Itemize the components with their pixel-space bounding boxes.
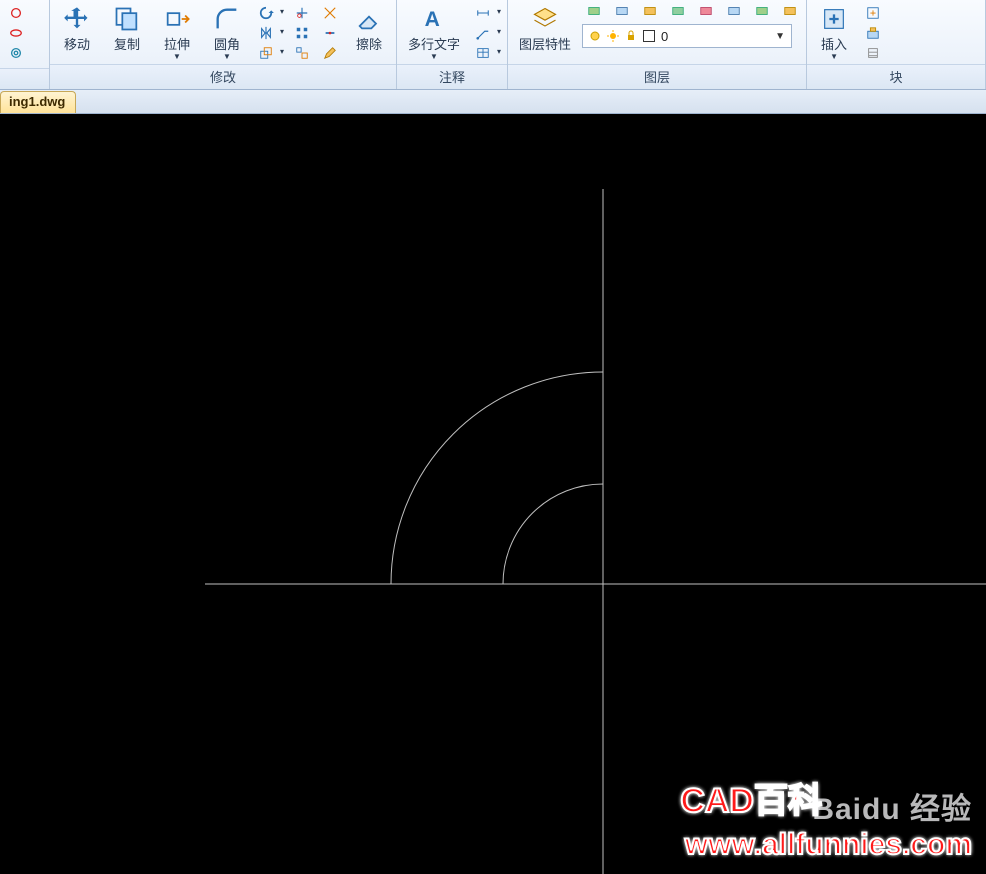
stretch-label: 拉伸: [164, 34, 190, 53]
block-panel: 插入 ▼ 块: [807, 0, 986, 89]
erase-button[interactable]: 擦除: [346, 2, 392, 56]
layers-panel: 图层特性 0: [508, 0, 807, 89]
layers-icon: [531, 5, 559, 33]
chevron-down-icon: ▼: [430, 52, 438, 61]
text-icon: A: [420, 5, 448, 33]
sun-icon: [607, 30, 619, 42]
copy-button[interactable]: 复制: [104, 2, 150, 56]
layer-state3-icon[interactable]: [638, 2, 662, 20]
drawing-content: [0, 114, 986, 874]
layer-name: 0: [661, 29, 668, 44]
erase-label: 擦除: [356, 34, 382, 53]
mirror-icon[interactable]: [254, 24, 286, 42]
leader-icon[interactable]: [471, 24, 503, 42]
insert-button[interactable]: 插入 ▼: [811, 2, 857, 64]
block-panel-title: 块: [807, 64, 985, 89]
modify-mini-col2: [290, 2, 314, 62]
layer-dropdown[interactable]: 0 ▼: [582, 24, 792, 48]
create-block-icon[interactable]: [861, 4, 885, 22]
rotate-icon[interactable]: [254, 4, 286, 22]
align-icon[interactable]: [290, 44, 314, 62]
chevron-down-icon: ▼: [223, 52, 231, 61]
dimension-icon[interactable]: [471, 4, 503, 22]
lock-icon: [625, 30, 637, 42]
layers-panel-title: 图层: [508, 64, 806, 89]
modify-panel-title: 修改: [50, 64, 396, 89]
chevron-down-icon: ▼: [775, 31, 785, 42]
block-mini-col: [861, 2, 885, 62]
layer-controls: 0 ▼: [582, 2, 802, 48]
move-button[interactable]: 移动: [54, 2, 100, 56]
draw-panel-edge: [0, 0, 50, 89]
drawing-canvas[interactable]: CAD百科 Baidu 经验 www.allfunnies.com: [0, 114, 986, 874]
layer-state7-icon[interactable]: [750, 2, 774, 20]
ribbon: 移动 复制 拉伸 ▼ 圆角 ▼: [0, 0, 986, 90]
array-icon[interactable]: [290, 24, 314, 42]
bulb-on-icon: [589, 30, 601, 42]
modify-mini-col3: [318, 2, 342, 62]
layer-state6-icon[interactable]: [722, 2, 746, 20]
layer-properties-button[interactable]: 图层特性: [512, 2, 578, 56]
explode-icon[interactable]: [318, 4, 342, 22]
mtext-label: 多行文字: [408, 34, 460, 53]
annotate-mini-col: [471, 2, 503, 62]
circle-icon[interactable]: [4, 4, 28, 22]
edit-block-icon[interactable]: [861, 24, 885, 42]
scale-icon[interactable]: [254, 44, 286, 62]
insert-icon: [820, 5, 848, 33]
move-label: 移动: [64, 34, 90, 53]
join-icon[interactable]: [318, 24, 342, 42]
panel-title: [0, 68, 49, 89]
attr-block-icon[interactable]: [861, 44, 885, 62]
layer-state1-icon[interactable]: [582, 2, 606, 20]
layer-state5-icon[interactable]: [694, 2, 718, 20]
annotate-panel: A 多行文字 ▼ 注释: [397, 0, 508, 89]
fillet-label: 圆角: [214, 34, 240, 53]
fillet-button[interactable]: 圆角 ▼: [204, 2, 250, 64]
table-icon[interactable]: [471, 44, 503, 62]
layer-state4-icon[interactable]: [666, 2, 690, 20]
erase-icon: [355, 5, 383, 33]
fillet-icon: [213, 5, 241, 33]
edit-icon[interactable]: [318, 44, 342, 62]
copy-label: 复制: [114, 34, 140, 53]
copy-icon: [113, 5, 141, 33]
layer-state8-icon[interactable]: [778, 2, 802, 20]
stretch-icon: [163, 5, 191, 33]
mtext-button[interactable]: A 多行文字 ▼: [401, 2, 467, 64]
move-icon: [63, 5, 91, 33]
modify-panel: 移动 复制 拉伸 ▼ 圆角 ▼: [50, 0, 397, 89]
document-tab[interactable]: ing1.dwg: [0, 91, 76, 113]
modify-mini-col1: [254, 2, 286, 62]
trim-icon[interactable]: [290, 4, 314, 22]
svg-text:A: A: [425, 8, 440, 31]
donut-icon[interactable]: [4, 44, 28, 62]
chevron-down-icon: ▼: [173, 52, 181, 61]
stretch-button[interactable]: 拉伸 ▼: [154, 2, 200, 64]
ellipse-icon[interactable]: [4, 24, 28, 42]
layer-state2-icon[interactable]: [610, 2, 634, 20]
chevron-down-icon: ▼: [830, 52, 838, 61]
document-tabstrip: ing1.dwg: [0, 90, 986, 114]
layer-properties-label: 图层特性: [519, 34, 571, 53]
color-swatch: [643, 30, 655, 42]
insert-label: 插入: [821, 34, 847, 53]
annotate-panel-title: 注释: [397, 64, 507, 89]
